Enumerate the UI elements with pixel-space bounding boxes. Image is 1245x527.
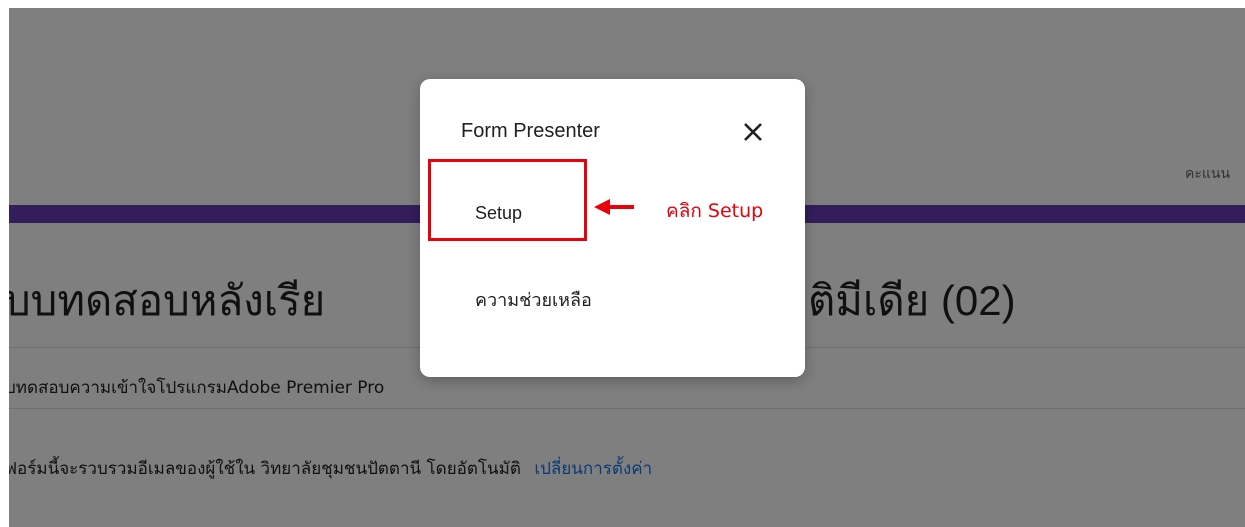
arrow-left-icon <box>594 199 634 215</box>
menu-item-help[interactable]: ความช่วยเหลือ <box>475 285 592 314</box>
left-margin <box>0 0 9 527</box>
close-button[interactable] <box>738 117 768 147</box>
top-margin <box>0 0 1245 8</box>
annotation-label: คลิก Setup <box>666 200 764 222</box>
setup-highlight-box <box>428 159 587 241</box>
close-icon <box>744 123 762 141</box>
dialog-title: Form Presenter <box>461 120 600 142</box>
